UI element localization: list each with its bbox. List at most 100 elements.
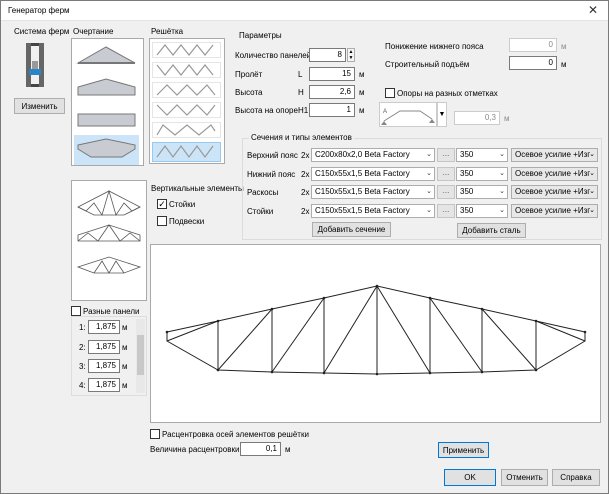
section-count: 2x [301,188,310,197]
truss-drawing [165,284,587,376]
section-name-bottom-chord: Нижний пояс [247,170,296,179]
lower-chord-drop-input[interactable]: 0 [509,38,557,52]
hangers-checkbox[interactable] [157,216,167,226]
posts-checkbox[interactable]: ✓ [157,199,167,209]
force-type-select[interactable]: Осевое усилие +Изг ⌄ [511,148,598,162]
steel-value: 350 [460,169,474,178]
force-type-select[interactable]: Осевое усилие +Изг ⌄ [511,167,598,181]
steel-select[interactable]: 350 ⌄ [456,185,508,199]
hangers-label: Подвески [169,217,205,226]
chevron-down-icon: ⌄ [589,151,595,158]
different-panels-checkbox[interactable] [71,306,81,316]
panel-length-input[interactable]: 1,875 [88,340,120,354]
lattice-option-1[interactable] [152,42,221,58]
section-profile-select[interactable]: C150x55x1,5 Beta Factory ⌄ [311,204,435,218]
support-scheme-dropdown-icon[interactable]: ▼ [437,102,447,127]
steel-select[interactable]: 350 ⌄ [456,148,508,162]
chevron-down-icon: ⌄ [426,151,432,158]
close-icon[interactable]: ✕ [588,3,598,17]
section-name-top-chord: Верхний пояс [247,151,298,160]
chevron-down-icon: ⌄ [499,170,505,177]
outline-option-trapezoid[interactable] [74,73,139,102]
supports-different-levels-input[interactable]: 0,3 [454,111,500,125]
sections-group-title: Сечения и типы элементов [249,133,354,142]
system-label: Система ферм [14,27,70,36]
section-profile-value: C150x55x1,5 Beta Factory [315,169,410,178]
section-profile-select[interactable]: C150x55x1,5 Beta Factory ⌄ [311,185,435,199]
truss-generator-window: Генератор ферм ✕ Система ферм Изменить О… [0,0,609,494]
lower-chord-drop-label: Понижение нижнего пояса [385,42,484,51]
steel-select[interactable]: 350 ⌄ [456,204,508,218]
scrollbar-thumb[interactable] [137,335,144,375]
different-panels-label: Разные панели [83,307,140,316]
panel-index: 3: [79,362,86,371]
chevron-down-icon: ⌄ [426,207,432,214]
support-height-unit: м [359,106,365,115]
lattice-option-6[interactable] [152,142,221,162]
offset-amount-input[interactable]: 0,1 [240,442,281,456]
outline-option-polygonal[interactable] [74,135,139,165]
add-section-button[interactable]: Добавить сечение [312,222,391,237]
height-input[interactable]: 2,6 [309,85,355,99]
lower-chord-drop-unit: м [561,42,567,51]
lattice-label: Решётка [151,27,184,36]
chevron-down-icon: ⌄ [589,207,595,214]
section-browse-button[interactable]: ... [437,148,455,162]
title-bar: Генератор ферм ✕ [1,1,608,21]
section-name-posts: Стойки [247,207,274,216]
lattice-option-2[interactable] [152,62,221,78]
span-input[interactable]: 15 [309,67,355,81]
panels-count-spinner[interactable]: ▲ ▼ [347,48,355,62]
panel-length-input[interactable]: 1,875 [88,359,120,373]
height-unit: м [359,88,365,97]
change-system-button[interactable]: Изменить [14,98,65,114]
section-profile-select[interactable]: C200x80x2,0 Beta Factory ⌄ [311,148,435,162]
supports-different-levels-checkbox[interactable] [385,88,395,98]
section-profile-value: C150x55x1,5 Beta Factory [315,206,410,215]
force-type-select[interactable]: Осевое усилие +Изг ⌄ [511,204,598,218]
panel-list-scrollbar[interactable] [136,319,145,393]
outline-option-parallel[interactable] [74,105,139,134]
support-scheme-select[interactable]: A [379,102,437,127]
help-button[interactable]: Справка [552,469,600,486]
force-type-value: Осевое усилие +Изг [515,150,591,159]
support-height-input[interactable]: 1 [309,103,355,117]
params-label: Параметры [239,31,282,40]
axis-offset-checkbox[interactable] [150,429,160,439]
steel-value: 350 [460,150,474,159]
section-name-diagonals: Раскосы [247,188,279,197]
panel-length-input[interactable]: 1,875 [88,320,120,334]
cancel-button[interactable]: Отменить [501,469,548,486]
offset-amount-label: Величина расцентровки [150,445,240,454]
lattice-option-5[interactable] [152,122,221,138]
section-profile-select[interactable]: C150x55x1,5 Beta Factory ⌄ [311,167,435,181]
camber-input[interactable]: 0 [509,56,557,70]
svg-text:A: A [383,109,387,115]
outline-option-triangular[interactable] [74,41,139,70]
panels-count-input[interactable]: 8 [309,48,346,62]
truss-system-icon[interactable] [23,41,47,89]
steel-select[interactable]: 350 ⌄ [456,167,508,181]
axis-offset-label: Расцентровка осей элементов решётки [162,430,309,439]
ok-button[interactable]: OK [444,469,496,486]
section-browse-button[interactable]: ... [437,204,455,218]
chevron-down-icon: ⌄ [499,151,505,158]
force-type-value: Осевое усилие +Изг [515,187,591,196]
section-count: 2x [301,170,310,179]
support-height-label: Высота на опоре [235,106,298,115]
section-count: 2x [301,151,310,160]
force-type-select[interactable]: Осевое усилие +Изг ⌄ [511,185,598,199]
section-browse-button[interactable]: ... [437,167,455,181]
panel-length-unit: м [122,343,128,352]
height-label: Высота [235,88,263,97]
panel-length-input[interactable]: 1,875 [88,378,120,392]
add-steel-button[interactable]: Добавить сталь [457,223,526,238]
camber-unit: м [561,60,567,69]
lattice-option-3[interactable] [152,82,221,98]
lattice-option-4[interactable] [152,102,221,118]
offset-amount-unit: м [285,445,291,454]
steel-value: 350 [460,206,474,215]
apply-button[interactable]: Применить [438,442,489,458]
posts-label: Стойки [169,200,196,209]
section-browse-button[interactable]: ... [437,185,455,199]
